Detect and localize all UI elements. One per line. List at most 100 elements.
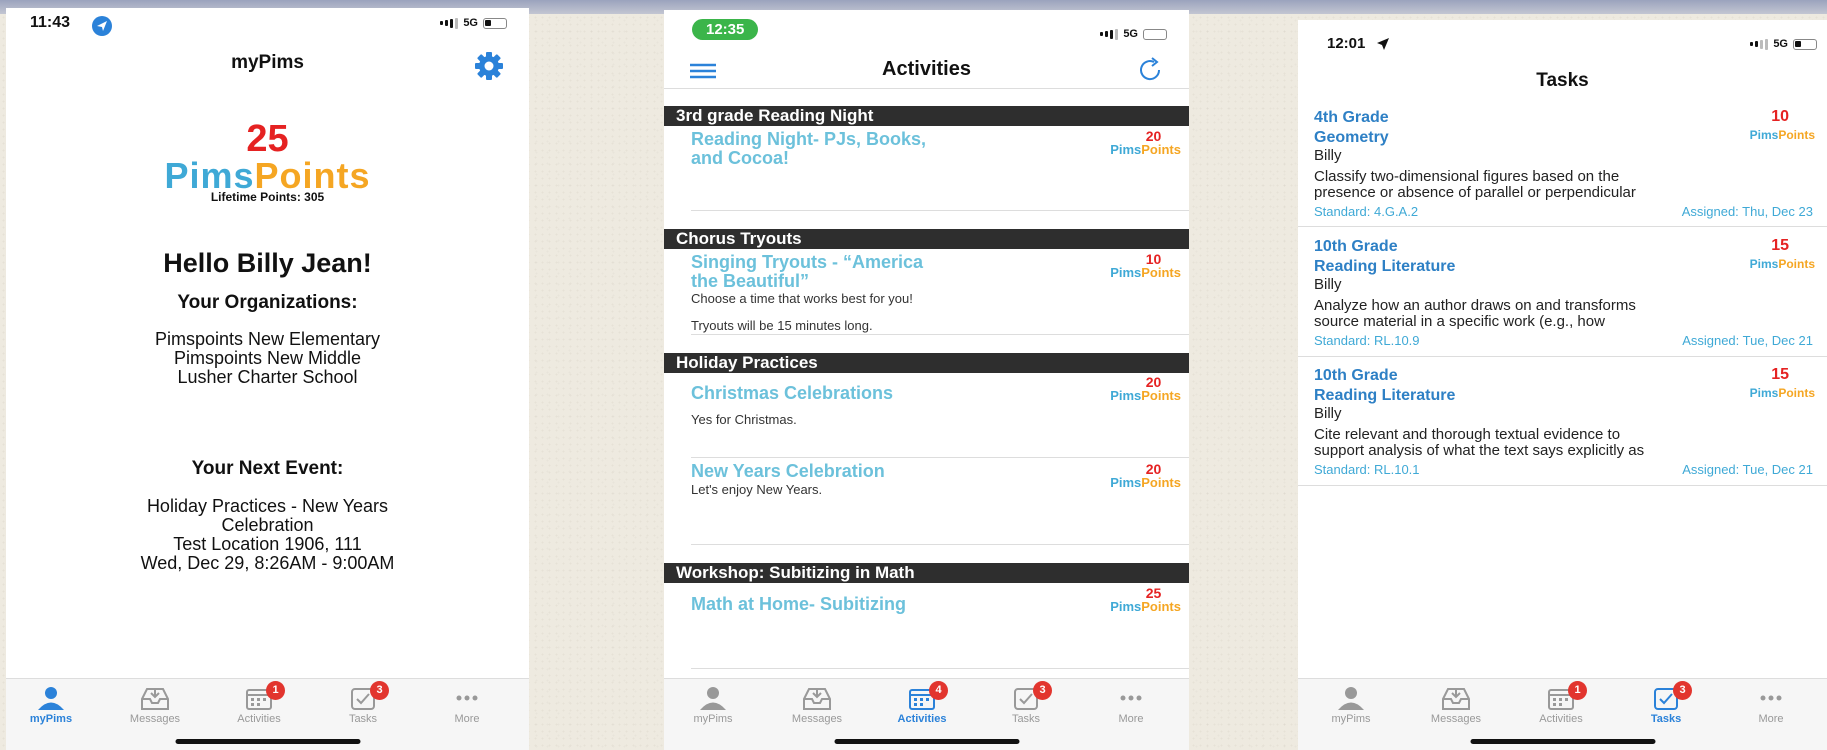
pimspoints-badge: 20 PimsPoints <box>1110 128 1181 157</box>
task-student: Billy <box>1314 405 1342 422</box>
activities-badge: 4 <box>929 681 948 700</box>
event-line: Wed, Dec 29, 8:26AM - 9:00AM <box>140 553 395 573</box>
activity-description: Let's enjoy New Years. <box>691 482 823 497</box>
status-time-pill: 12:35 <box>692 19 759 40</box>
task-assigned: Assigned: Tue, Dec 21 <box>1682 462 1813 477</box>
home-indicator <box>834 739 1019 744</box>
phone-mypims-screen: 11:43 5G myPims 25 PimsPoints Lifetime P… <box>6 8 529 750</box>
organizations-list: Pimspoints New Elementary Pimspoints New… <box>6 330 529 387</box>
more-dots-icon <box>456 695 478 701</box>
organization-item: Lusher Charter School <box>177 367 358 387</box>
task-title: 10th Grade Reading Literature <box>1314 238 1456 275</box>
status-bar: 12:01 5G <box>1298 20 1827 56</box>
gear-icon[interactable] <box>473 50 505 82</box>
next-event-heading: Your Next Event: <box>191 458 344 479</box>
person-icon <box>1338 687 1364 710</box>
greeting: Hello Billy Jean! <box>163 248 372 278</box>
person-icon <box>700 687 726 710</box>
task-title: 10th Grade Reading Literature <box>1314 367 1456 404</box>
status-time: 11:43 <box>30 14 71 31</box>
page-title: myPims <box>231 52 304 73</box>
tab-tasks[interactable]: Tasks 3 <box>981 681 1071 725</box>
pimspoints-badge: 20 PimsPoints <box>1110 374 1181 403</box>
more-dots-icon <box>1120 695 1142 701</box>
status-bar: 11:43 5G <box>6 8 529 44</box>
task-description: Analyze how an author draws on and trans… <box>1314 297 1636 330</box>
pimspoints-logo-small: PimsPoints <box>1749 386 1815 400</box>
location-icon <box>92 16 112 36</box>
section-header: 3rd grade Reading Night <box>664 106 1189 126</box>
pimspoints-badge: 25 PimsPoints <box>1110 585 1181 614</box>
task-description: Classify two-dimensional figures based o… <box>1314 168 1636 201</box>
task-standard: Standard: RL.10.1 <box>1314 462 1420 477</box>
activity-title: Singing Tryouts - “America the Beautiful” <box>691 252 924 291</box>
person-icon <box>38 687 64 710</box>
tab-messages[interactable]: Messages <box>110 685 200 725</box>
tab-tasks[interactable]: Tasks 3 <box>1621 681 1711 725</box>
task-meta: Standard: RL.10.9 Assigned: Tue, Dec 21 <box>1314 333 1813 348</box>
inbox-icon <box>141 688 169 710</box>
tab-activities[interactable]: Activities 1 <box>214 681 304 725</box>
signal-indicator: 5G <box>440 17 507 29</box>
inbox-icon <box>1442 688 1470 710</box>
location-arrow-icon <box>1377 38 1389 50</box>
tab-mypims[interactable]: myPims <box>1306 685 1396 725</box>
activities-badge: 1 <box>1568 681 1587 700</box>
tab-bar: myPims Messages Activities 4 Tasks 3 Mor… <box>664 678 1189 750</box>
tab-mypims[interactable]: myPims <box>6 685 96 725</box>
task-standard: Standard: 4.G.A.2 <box>1314 204 1419 219</box>
tab-bar: myPims Messages Activities 1 Tasks 3 Mor… <box>6 678 529 750</box>
lifetime-points: Lifetime Points: 305 <box>210 190 325 204</box>
task-meta: Standard: 4.G.A.2 Assigned: Thu, Dec 23 <box>1314 204 1813 219</box>
event-line: Holiday Practices - New Years <box>146 496 389 516</box>
task-points: 15 <box>1771 366 1789 383</box>
pimspoints-badge: 20 PimsPoints <box>1110 461 1181 490</box>
task-points: 10 <box>1771 108 1789 125</box>
task-title: 4th Grade Geometry <box>1314 109 1389 146</box>
activity-title: Math at Home- Subitizing <box>691 594 906 614</box>
tab-activities[interactable]: Activities 1 <box>1516 681 1606 725</box>
tab-activities[interactable]: Activities 4 <box>877 681 967 725</box>
tab-messages[interactable]: Messages <box>772 685 862 725</box>
page-title: Activities <box>882 58 971 80</box>
activity-title: New Years Celebration <box>691 461 885 481</box>
task-description: Cite relevant and thorough textual evide… <box>1314 426 1645 459</box>
status-bar: 12:35 5G <box>664 10 1189 46</box>
activities-badge: 1 <box>266 681 285 700</box>
tab-mypims[interactable]: myPims <box>668 685 758 725</box>
more-dots-icon <box>1760 695 1782 701</box>
tab-tasks[interactable]: Tasks 3 <box>318 681 408 725</box>
task-assigned: Assigned: Thu, Dec 23 <box>1681 204 1813 219</box>
phone-activities-screen: 12:35 5G Activities 3rd grade Reading Ni… <box>664 10 1189 750</box>
task-student: Billy <box>1314 147 1342 164</box>
event-line: Test Location 1906, 111 <box>173 534 362 554</box>
tab-messages[interactable]: Messages <box>1411 685 1501 725</box>
pimspoints-logo-small: PimsPoints <box>1749 257 1815 271</box>
activity-description: Yes for Christmas. <box>691 412 797 427</box>
task-standard: Standard: RL.10.9 <box>1314 333 1420 348</box>
tasks-badge: 3 <box>1033 681 1052 700</box>
tab-more[interactable]: More <box>1086 685 1176 725</box>
tasks-badge: 3 <box>1673 681 1692 700</box>
organization-item: Pimspoints New Elementary <box>154 329 381 349</box>
refresh-icon[interactable] <box>1135 55 1165 85</box>
tab-more[interactable]: More <box>1726 685 1816 725</box>
phone-tasks-screen: 12:01 5G Tasks 4th Grade Geometry 10 Pims… <box>1298 20 1827 750</box>
battery-icon <box>483 17 507 29</box>
activity-title: Christmas Celebrations <box>691 383 894 403</box>
activity-description: Choose a time that works best for you! <box>691 291 913 306</box>
tab-more[interactable]: More <box>422 685 512 725</box>
signal-indicator: 5G <box>1100 28 1167 40</box>
section-header: Chorus Tryouts <box>664 229 1189 249</box>
task-assigned: Assigned: Tue, Dec 21 <box>1682 333 1813 348</box>
pimspoints-badge: 10 PimsPoints <box>1110 251 1181 280</box>
section-header: Workshop: Subitizing in Math <box>664 563 1189 583</box>
status-time: 12:01 <box>1327 35 1366 52</box>
page-title: Tasks <box>1536 70 1589 91</box>
home-indicator <box>1470 739 1655 744</box>
tasks-badge: 3 <box>370 681 389 700</box>
pimspoints-logo: 25 PimsPoints <box>6 120 529 194</box>
activity-description: Tryouts will be 15 minutes long. <box>691 318 873 333</box>
activity-title: Reading Night- PJs, Books, and Cocoa! <box>691 129 927 168</box>
battery-icon <box>1793 38 1817 50</box>
